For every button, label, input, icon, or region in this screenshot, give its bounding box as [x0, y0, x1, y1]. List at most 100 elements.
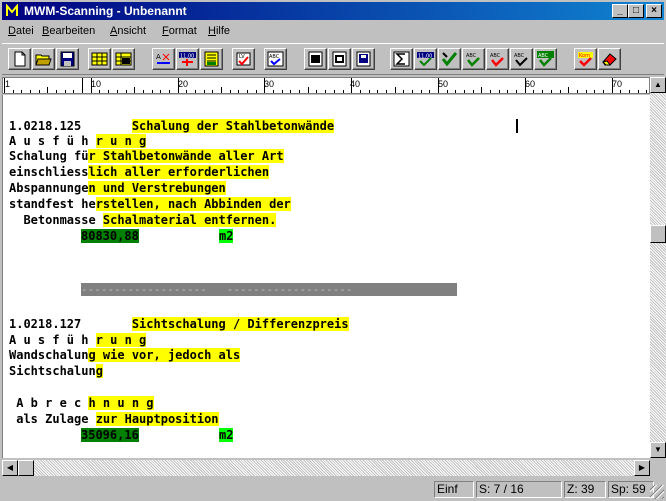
- text-line[interactable]: Sichtschalung: [9, 364, 103, 378]
- page-save-icon: [356, 51, 371, 67]
- resize-grip[interactable]: [650, 485, 664, 499]
- grid-button[interactable]: [88, 48, 111, 70]
- save-button[interactable]: [56, 48, 79, 70]
- abc-green-icon: ABC: [537, 51, 554, 67]
- menu-datei[interactable]: Datei: [8, 25, 34, 37]
- spellcheck-button[interactable]: ABC: [264, 48, 287, 70]
- text-line[interactable]: Schalung für Stahlbetonwände aller Art: [9, 149, 284, 163]
- scroll-left-button[interactable]: ◀: [2, 460, 18, 476]
- menu-ansicht[interactable]: Ansicht: [110, 25, 146, 37]
- abc-label: ABC: [269, 54, 280, 60]
- text-plain: Betonmasse: [9, 213, 103, 227]
- maximize-button[interactable]: □: [628, 4, 644, 18]
- abc-check-button[interactable]: ABC: [462, 48, 485, 70]
- text-line[interactable]: einschliesslich aller erforderlichen: [9, 165, 270, 179]
- text-line[interactable]: Betonmasse Schalmaterial entfernen.: [9, 213, 277, 227]
- checkbox-button[interactable]: LV: [232, 48, 255, 70]
- number-format-button[interactable]: 11,00: [176, 48, 199, 70]
- text-plain: A u s f ü h: [9, 333, 96, 347]
- menu-format[interactable]: Format: [162, 25, 197, 37]
- text-plain: standfest he: [9, 197, 96, 211]
- text-plain: Wandschalun: [9, 348, 89, 362]
- menu-bearbeiten[interactable]: Bearbeiten: [42, 25, 95, 37]
- text-line[interactable]: A u s f ü h r u n g: [9, 333, 147, 347]
- list-button[interactable]: [200, 48, 223, 70]
- ruler-label: 20: [178, 79, 189, 89]
- open-folder-icon: [35, 54, 52, 66]
- unit-line[interactable]: m2: [219, 428, 234, 442]
- scroll-up-button[interactable]: ▲: [650, 77, 666, 93]
- position-number: 1.0218.125: [9, 119, 82, 133]
- minimize-button[interactable]: _: [612, 4, 628, 18]
- unit-line[interactable]: m2: [219, 229, 234, 243]
- sum-button[interactable]: [390, 48, 413, 70]
- replace-button[interactable]: A: [152, 48, 175, 70]
- number-format-icon: 11,00: [179, 52, 196, 66]
- document-area[interactable]: 1.0218.125 Schalung der Stahlbetonwände …: [2, 95, 650, 458]
- quantity-line[interactable]: 35096,16: [81, 428, 139, 442]
- toolbar: A 11,00 LV ABC 11,00 ABC ABC ABC ABC Kom: [2, 43, 664, 75]
- scroll-down-button[interactable]: ▼: [650, 442, 666, 458]
- text-line[interactable]: standfest herstellen, nach Abbinden der: [9, 197, 291, 211]
- status-line: Z: 39: [564, 481, 606, 498]
- arrow-up-icon: ▲: [654, 80, 662, 89]
- app-window: MWM-Scanning - Unbenannt _ □ × Datei Bea…: [0, 0, 666, 501]
- menu-label: ormat: [168, 25, 197, 37]
- menu-label: ilfe: [215, 25, 231, 37]
- horizontal-scrollbar[interactable]: ◀ ▶: [2, 460, 650, 476]
- text-highlight: Schalmaterial entfernen.: [102, 213, 277, 227]
- status-mode: Einf: [434, 481, 474, 498]
- arrow-down-icon: ▼: [654, 445, 662, 454]
- lv-label: LV: [239, 54, 245, 60]
- page-button[interactable]: [304, 48, 327, 70]
- position-title: Schalung der Stahlbetonwände: [131, 119, 335, 133]
- abc-green-button[interactable]: ABC: [534, 48, 557, 70]
- title-bar[interactable]: MWM-Scanning - Unbenannt _ □ ×: [2, 2, 664, 20]
- abc-check-alt-button[interactable]: ABC: [510, 48, 533, 70]
- text-line[interactable]: A b r e c h n u n g: [9, 396, 154, 410]
- page-save-button[interactable]: [352, 48, 375, 70]
- save-icon: [60, 51, 75, 67]
- position-number: 1.0218.127: [9, 317, 82, 331]
- text-highlight: g wie vor, jedoch als: [88, 348, 241, 362]
- ruler-label: 50: [438, 79, 449, 89]
- ruler[interactable]: 1 10 20 30 40 50 60 70: [2, 77, 650, 94]
- text-line[interactable]: Abspannungen und Verstrebungen: [9, 181, 226, 195]
- new-file-button[interactable]: [8, 48, 31, 70]
- close-button[interactable]: ×: [646, 4, 662, 18]
- position-title: Sichtschalung / Differenzpreis: [131, 317, 349, 331]
- menu-label: atei: [15, 25, 34, 37]
- menu-hilfe[interactable]: Hilfe: [208, 25, 230, 37]
- position-header[interactable]: 1.0218.127 Sichtschalung / Differenzprei…: [9, 317, 349, 331]
- open-button[interactable]: [32, 48, 55, 70]
- text-line[interactable]: Wandschalung wie vor, jedoch als: [9, 348, 241, 362]
- quantity-line[interactable]: 80830,88: [81, 229, 139, 243]
- list-icon: [204, 51, 219, 67]
- text-plain: einschliess: [9, 165, 89, 179]
- ruler-label: 1: [5, 79, 11, 89]
- eraser-button[interactable]: [598, 48, 621, 70]
- text-plain: als Zulage: [9, 412, 96, 426]
- page-alt-button[interactable]: [328, 48, 351, 70]
- horizontal-scroll-thumb[interactable]: [18, 460, 34, 476]
- scroll-right-button[interactable]: ▶: [634, 460, 650, 476]
- text-plain: A u s f ü h: [9, 134, 96, 148]
- vertical-scrollbar[interactable]: ▲ ▼: [650, 77, 666, 458]
- check-arrow-button[interactable]: [438, 48, 461, 70]
- unit-value: m2: [219, 428, 234, 442]
- red-check-button[interactable]: Kom: [574, 48, 597, 70]
- spellcheck-icon: ABC: [267, 51, 284, 67]
- text-line[interactable]: A u s f ü h r u n g: [9, 134, 147, 148]
- abc-label: ABC: [490, 53, 501, 59]
- text-cursor: [516, 119, 518, 133]
- text-highlight: g: [95, 364, 103, 378]
- abc-red-button[interactable]: ABC: [486, 48, 509, 70]
- new-file-icon: [14, 51, 26, 67]
- position-header[interactable]: 1.0218.125 Schalung der Stahlbetonwände: [9, 119, 335, 133]
- number-check-button[interactable]: 11,00: [414, 48, 437, 70]
- vertical-scroll-thumb[interactable]: [650, 225, 666, 243]
- quantity-value: 35096,16: [81, 428, 139, 442]
- text-line[interactable]: als Zulage zur Hauptposition: [9, 412, 219, 426]
- grid-alt-button[interactable]: [112, 48, 135, 70]
